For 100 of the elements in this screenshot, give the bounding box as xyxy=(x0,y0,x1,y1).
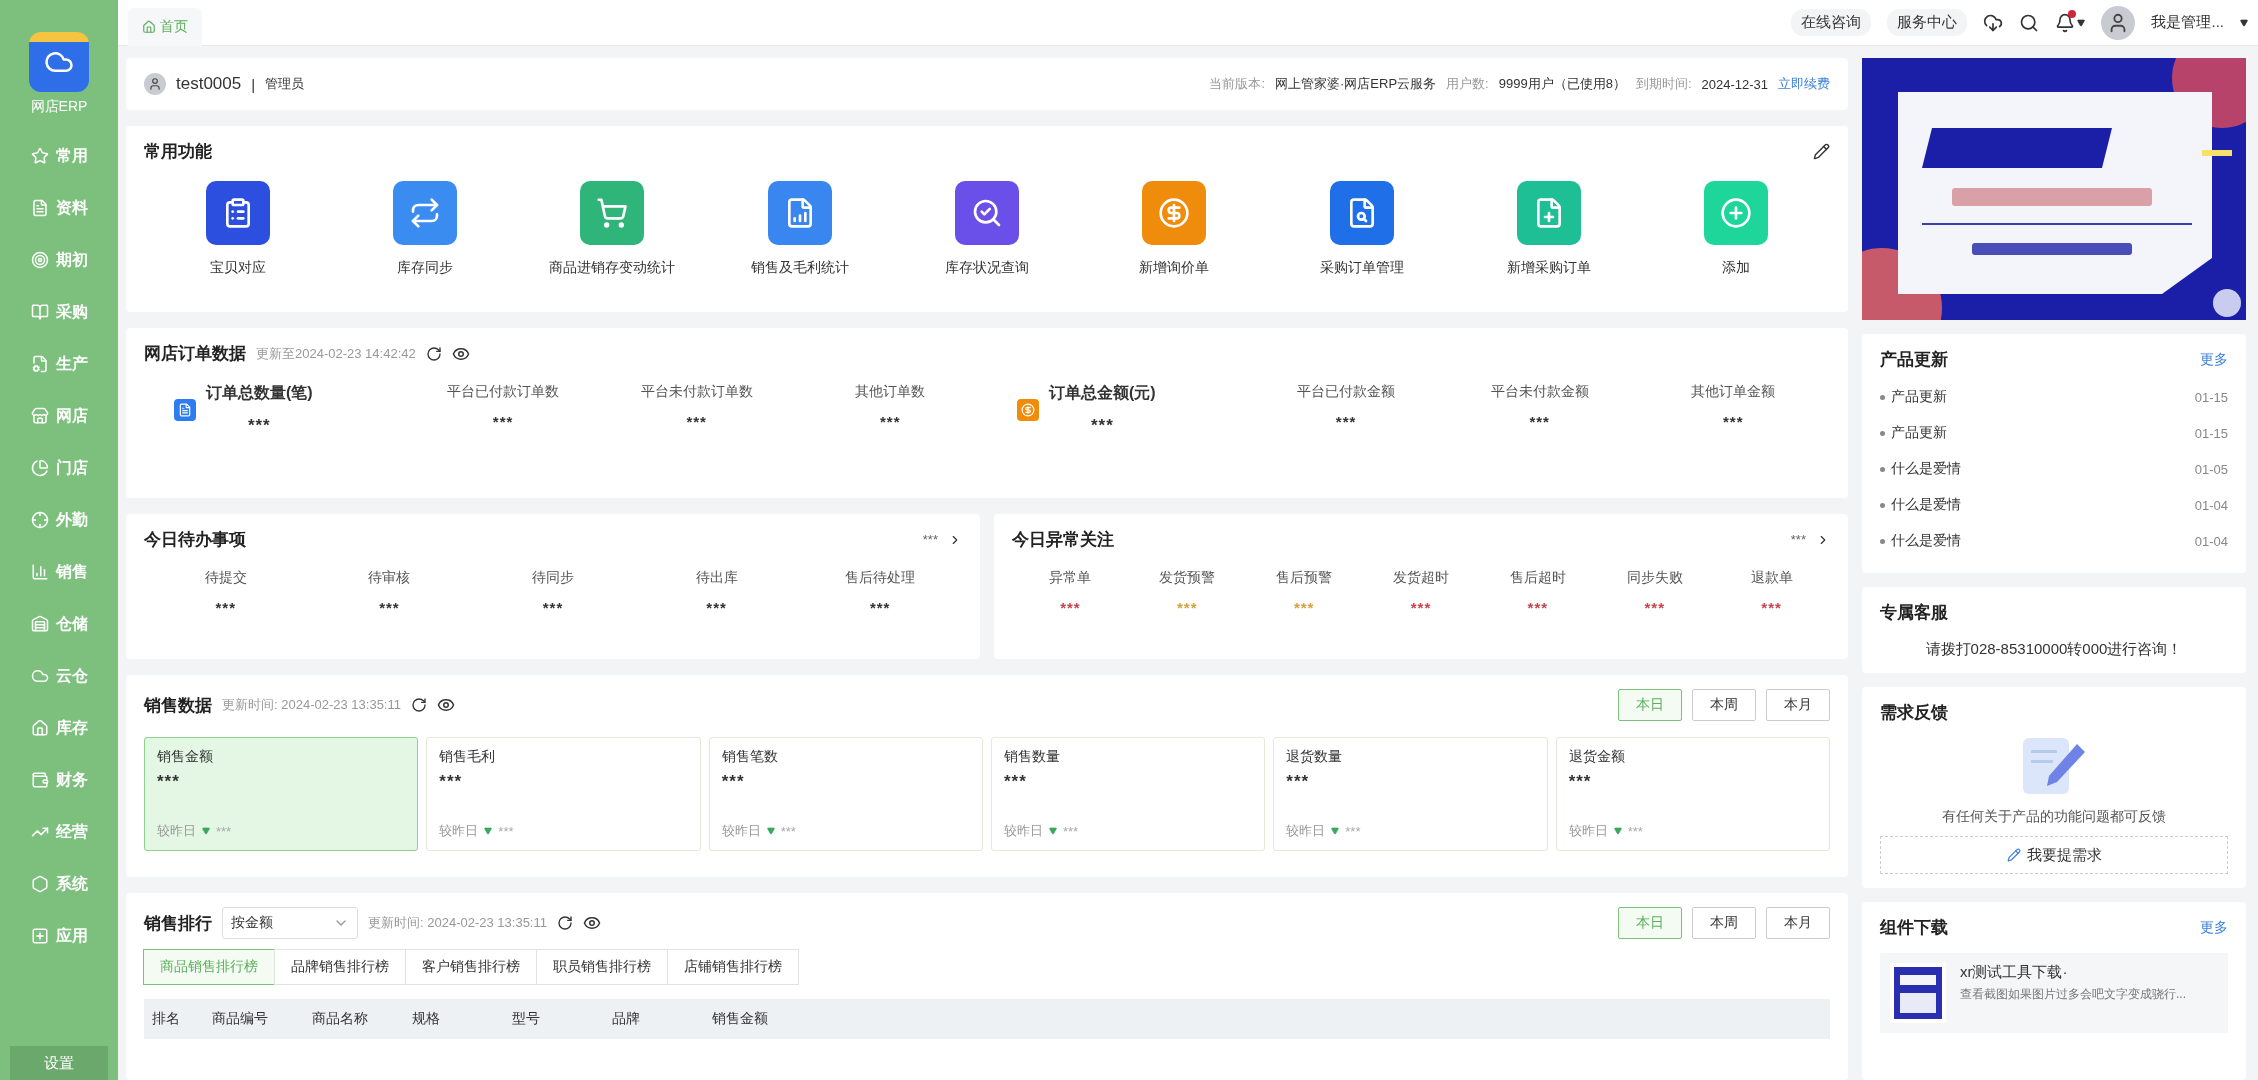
info-value: 2024-12-31 xyxy=(1701,76,1768,92)
function-tile[interactable] xyxy=(954,181,1019,245)
function-tile[interactable] xyxy=(580,181,645,245)
ranking-tab[interactable]: 品牌销售排行榜 xyxy=(274,949,406,985)
search-icon[interactable] xyxy=(2019,12,2040,33)
stat-card[interactable]: 销售金额 *** 较昨日 *** xyxy=(144,737,419,851)
refresh-icon[interactable] xyxy=(557,915,573,931)
sort-select[interactable]: 按金额 xyxy=(222,907,358,939)
period-button[interactable]: 本月 xyxy=(1766,907,1830,939)
function-tile[interactable] xyxy=(205,181,270,245)
down-triangle-icon xyxy=(766,827,775,835)
stat-label: 其他订单数 xyxy=(855,383,926,401)
eye-icon[interactable] xyxy=(583,914,601,932)
function-tile[interactable] xyxy=(1516,181,1581,245)
stat-value: *** xyxy=(879,413,901,430)
function-label[interactable]: 新增采购订单 xyxy=(1506,259,1591,277)
section-title: 常用功能 xyxy=(144,141,212,163)
plus-icon xyxy=(1720,197,1753,229)
function-tile[interactable] xyxy=(393,181,457,245)
function-label[interactable]: 添加 xyxy=(1722,259,1751,277)
stat-label: 待提交 xyxy=(204,569,247,587)
bullet-icon xyxy=(1880,502,1885,508)
app-name: 网店ERP xyxy=(30,98,88,116)
stat-value: *** xyxy=(686,413,707,430)
user-avatar[interactable] xyxy=(2101,5,2136,40)
feedback-text: 有任何关于产品的功能问题都可反馈 xyxy=(1942,808,2166,826)
ranking-tab[interactable]: 客户销售排行榜 xyxy=(405,949,537,985)
period-button[interactable]: 本周 xyxy=(1692,689,1756,721)
star-icon xyxy=(30,147,49,165)
money-icon xyxy=(1158,197,1191,229)
user-name[interactable]: 我是管理... xyxy=(2151,13,2224,32)
down-triangle-icon xyxy=(1049,827,1057,835)
stat-card[interactable]: 退货金额 *** 较昨日 *** xyxy=(1555,737,1830,851)
header-link[interactable]: 在线咨询 xyxy=(1791,9,1872,36)
stat-card[interactable]: 销售笔数 *** 较昨日 *** xyxy=(708,737,983,851)
down-triangle-icon xyxy=(1331,827,1340,835)
info-label: 用户数: xyxy=(1446,75,1489,93)
update-item[interactable]: 产品更新 xyxy=(1891,388,1947,406)
period-button[interactable]: 本周 xyxy=(1692,907,1756,939)
eye-icon[interactable] xyxy=(437,696,455,714)
more-link[interactable]: 更多 xyxy=(2200,350,2228,369)
pie-chart-icon xyxy=(30,459,49,477)
card-value: *** xyxy=(1004,772,1028,792)
function-tile[interactable] xyxy=(1329,181,1394,245)
ranking-tab[interactable]: 店铺销售排行榜 xyxy=(667,949,799,985)
header-link[interactable]: 服务中心 xyxy=(1887,9,1968,36)
stat-value: *** xyxy=(492,413,514,430)
card-label: 销售笔数 xyxy=(721,748,779,766)
update-item[interactable]: 产品更新 xyxy=(1891,424,1947,442)
refresh-icon[interactable] xyxy=(411,697,427,713)
download-description: 查看截图如果图片过多会吧文字变成骁行... xyxy=(1960,986,2186,1003)
cloud-download-icon[interactable] xyxy=(1983,12,2004,33)
stat-label: 待同步 xyxy=(532,569,574,587)
stat-label: 发货预警 xyxy=(1159,569,1216,587)
bell-icon[interactable] xyxy=(2055,12,2076,33)
function-tile[interactable] xyxy=(1704,181,1769,245)
function-tile[interactable] xyxy=(1142,181,1207,245)
function-tile[interactable] xyxy=(767,181,832,245)
stat-value: *** xyxy=(542,599,564,616)
compare-label: 较昨日 xyxy=(1568,822,1608,840)
stat-label: 退款单 xyxy=(1750,569,1793,587)
down-triangle-icon xyxy=(1613,827,1622,835)
section-title: 网店订单数据 xyxy=(144,343,246,365)
renew-link[interactable]: 立即续费 xyxy=(1778,75,1830,93)
period-button[interactable]: 本月 xyxy=(1766,689,1830,721)
stat-value: *** xyxy=(1090,416,1114,436)
feedback-button[interactable]: 我要提需求 xyxy=(1880,836,2228,874)
edit-icon[interactable] xyxy=(1813,143,1830,160)
bullet-icon xyxy=(1880,466,1885,472)
refresh-icon[interactable] xyxy=(425,345,442,362)
stat-label: 待出库 xyxy=(695,569,738,587)
update-time: 更新至2024-02-23 14:42:42 xyxy=(256,344,416,363)
section-title: 需求反馈 xyxy=(1880,702,1948,724)
function-label[interactable]: 库存状况查询 xyxy=(944,259,1029,277)
column-header: 品牌 xyxy=(612,1010,641,1028)
update-item[interactable]: 什么是爱情 xyxy=(1891,496,1961,514)
down-triangle-icon xyxy=(202,827,210,835)
stat-card[interactable]: 退货数量 *** 较昨日 *** xyxy=(1273,737,1548,851)
stat-title: 订单总数量(笔) xyxy=(206,383,313,403)
caret-icon xyxy=(2240,18,2248,27)
more-link[interactable]: 更多 xyxy=(2200,918,2228,937)
stat-value: *** xyxy=(706,599,727,616)
more-link[interactable]: *** xyxy=(922,532,938,547)
more-link[interactable]: *** xyxy=(1790,532,1806,547)
stat-card[interactable]: 销售数量 *** 较昨日 *** xyxy=(991,737,1266,851)
update-date: 01-15 xyxy=(2194,389,2228,405)
update-item[interactable]: 什么是爱情 xyxy=(1891,460,1961,478)
bar-chart-icon xyxy=(30,563,49,581)
download-title[interactable]: xr测试工具下载· xyxy=(1960,963,2186,982)
ranking-tab[interactable]: 职员销售排行榜 xyxy=(536,949,668,985)
function-label[interactable]: 销售及毛利统计 xyxy=(750,259,849,277)
function-label[interactable]: 采购订单管理 xyxy=(1319,259,1404,277)
user-avatar xyxy=(144,73,166,95)
function-label[interactable]: 新增询价单 xyxy=(1139,259,1210,277)
function-label[interactable]: 库存同步 xyxy=(397,259,453,277)
compare-label: 较昨日 xyxy=(157,822,196,840)
function-label[interactable]: 商品进销存变动统计 xyxy=(549,259,676,277)
stat-card[interactable]: 销售毛利 *** 较昨日 *** xyxy=(426,737,701,851)
update-item[interactable]: 什么是爱情 xyxy=(1891,532,1961,550)
function-label[interactable]: 宝贝对应 xyxy=(209,259,266,277)
